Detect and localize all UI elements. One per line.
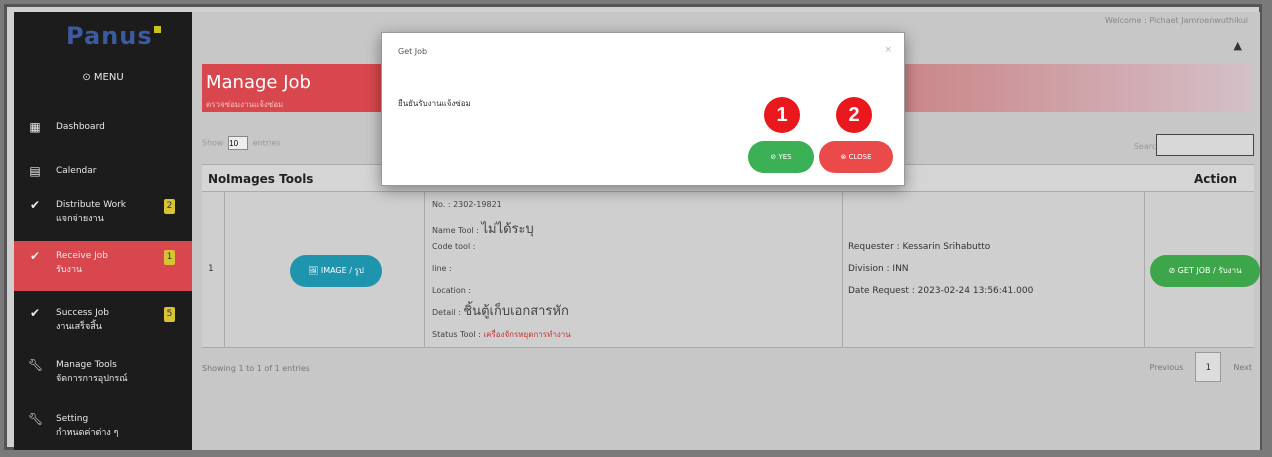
sidebar-item-setting[interactable]: 🔧︎ Setting กำหนดค่าต่าง ๆ bbox=[14, 404, 192, 448]
show-suffix: entries bbox=[252, 138, 281, 148]
tool-location: Location : bbox=[432, 286, 472, 295]
app-frame: Panus ⊙ MENU ▦ Dashboard ▤ Calendar ✔ Di… bbox=[4, 4, 1262, 450]
sidebar-item-label: Success Job bbox=[56, 308, 109, 318]
showing-info: Showing 1 to 1 of 1 entries bbox=[202, 364, 310, 373]
jobs-table: No. Images Tools Action 1 🖼 IMAGE / รูป … bbox=[202, 164, 1260, 348]
detail-value: ชิ้นตู้เก็บเอกสารหัก bbox=[463, 304, 569, 319]
tool-code: Code tool : bbox=[432, 242, 476, 251]
next-link[interactable]: Next bbox=[1233, 363, 1252, 372]
tool-status: Status Tool : เครื่องจักรหยุดการทำงาน bbox=[432, 328, 571, 341]
entries-select[interactable] bbox=[228, 136, 249, 150]
sidebar-item-success-job[interactable]: ✔ Success Job งานเสร็จสิ้น 5 bbox=[14, 298, 192, 342]
count-badge: 2 bbox=[164, 199, 175, 214]
menu-label[interactable]: ⊙ MENU bbox=[14, 72, 192, 83]
check-icon: ✔ bbox=[29, 198, 41, 212]
get-job-modal: Get Job × ยืนยันรับงานแจ้งซ่อม ⊘ YES ⊗ C… bbox=[381, 32, 905, 186]
sidebar-item-label: Manage Tools bbox=[56, 360, 117, 370]
check-icon: ✔ bbox=[29, 306, 41, 320]
sidebar-item-label: Setting bbox=[56, 414, 89, 424]
sidebar-item-label: Distribute Work bbox=[56, 200, 126, 210]
page-title: Manage Job bbox=[206, 72, 311, 93]
division: Division : INN bbox=[848, 264, 909, 274]
page-subtitle: ตรวจซ่อมงานแจ้งซ่อม bbox=[206, 100, 284, 109]
sidebar-item-sub: กำหนดค่าต่าง ๆ bbox=[56, 428, 119, 438]
row-number: 1 bbox=[208, 264, 214, 274]
sidebar-item-manage-tools[interactable]: 🔧︎ Manage Tools จัดการการอุปกรณ์ bbox=[14, 350, 192, 394]
table-row: 1 🖼 IMAGE / รูป No. : 2302-19821 Name To… bbox=[202, 192, 1260, 348]
wrench-icon: 🔧︎ bbox=[28, 412, 44, 426]
prev-link[interactable]: Previous bbox=[1150, 363, 1184, 372]
page-1-button[interactable]: 1 bbox=[1195, 352, 1222, 382]
grid-icon: ▦ bbox=[29, 120, 41, 134]
close-button[interactable]: ⊗ CLOSE bbox=[819, 141, 893, 173]
app-logo: Panus bbox=[66, 22, 161, 50]
step-marker-2: 2 bbox=[836, 97, 872, 133]
step-marker-1: 1 bbox=[764, 97, 800, 133]
column-divider bbox=[224, 192, 225, 347]
column-divider bbox=[1144, 192, 1145, 347]
search-input[interactable] bbox=[1156, 134, 1254, 156]
sidebar-item-sub: รับงาน bbox=[56, 265, 83, 275]
modal-title: Get Job bbox=[398, 47, 428, 56]
status-value: เครื่องจักรหยุดการทำงาน bbox=[483, 330, 571, 339]
job-number: No. : 2302-19821 bbox=[432, 200, 502, 209]
close-icon[interactable]: × bbox=[884, 45, 892, 55]
header-images[interactable]: Images Tools bbox=[226, 172, 313, 186]
tool-name-value: ไม่ได้ระบุ bbox=[481, 222, 534, 237]
sidebar-item-sub: จัดการการอุปกรณ์ bbox=[56, 374, 128, 384]
requester: Requester : Kessarin Srihabutto bbox=[848, 242, 991, 252]
welcome-text: Welcome : Pichaet Jamroenwuthikul bbox=[1105, 16, 1248, 25]
date-request: Date Request : 2023-02-24 13:56:41.000 bbox=[848, 286, 1034, 296]
logo-text: Panus bbox=[66, 22, 153, 50]
logo-dot bbox=[153, 26, 161, 33]
tool-name-label: Name Tool : bbox=[432, 226, 482, 235]
wrench-icon: 🔧︎ bbox=[28, 358, 44, 372]
job-detail: Detail : ชิ้นตู้เก็บเอกสารหัก bbox=[432, 300, 569, 321]
status-label: Status Tool : bbox=[432, 330, 484, 339]
sidebar-item-label: Dashboard bbox=[56, 122, 105, 132]
sidebar-item-sub: งานเสร็จสิ้น bbox=[56, 322, 102, 332]
get-job-button[interactable]: ⊘ GET JOB / รับงาน bbox=[1150, 255, 1260, 287]
check-icon: ✔ bbox=[29, 249, 41, 263]
sidebar-item-receive-job[interactable]: ✔ Receive Job รับงาน 1 bbox=[14, 241, 192, 291]
image-button[interactable]: 🖼 IMAGE / รูป bbox=[290, 255, 382, 287]
count-badge: 1 bbox=[164, 250, 175, 265]
column-divider bbox=[842, 192, 843, 347]
calendar-icon: ▤ bbox=[29, 164, 41, 178]
sidebar-item-label: Calendar bbox=[56, 166, 97, 176]
sidebar: Panus ⊙ MENU ▦ Dashboard ▤ Calendar ✔ Di… bbox=[14, 12, 192, 450]
user-icon[interactable]: ▲ bbox=[1234, 39, 1242, 52]
yes-button[interactable]: ⊘ YES bbox=[748, 141, 814, 173]
sidebar-item-distribute-work[interactable]: ✔ Distribute Work แจกจ่ายงาน 2 bbox=[14, 190, 192, 234]
tool-name: Name Tool : ไม่ได้ระบุ bbox=[432, 218, 534, 239]
sidebar-item-dashboard[interactable]: ▦ Dashboard bbox=[14, 112, 192, 156]
column-divider bbox=[424, 192, 425, 347]
detail-label: Detail : bbox=[432, 308, 464, 317]
tool-line: line : bbox=[432, 264, 452, 273]
show-entries: Show entries bbox=[202, 136, 280, 150]
header-action[interactable]: Action bbox=[1194, 172, 1237, 186]
show-prefix: Show bbox=[202, 138, 224, 148]
pagination: Previous 1 Next bbox=[1150, 352, 1252, 382]
sidebar-item-sub: แจกจ่ายงาน bbox=[56, 214, 104, 224]
modal-message: ยืนยันรับงานแจ้งซ่อม bbox=[398, 99, 471, 108]
count-badge: 5 bbox=[164, 307, 175, 322]
sidebar-item-label: Receive Job bbox=[56, 251, 108, 261]
